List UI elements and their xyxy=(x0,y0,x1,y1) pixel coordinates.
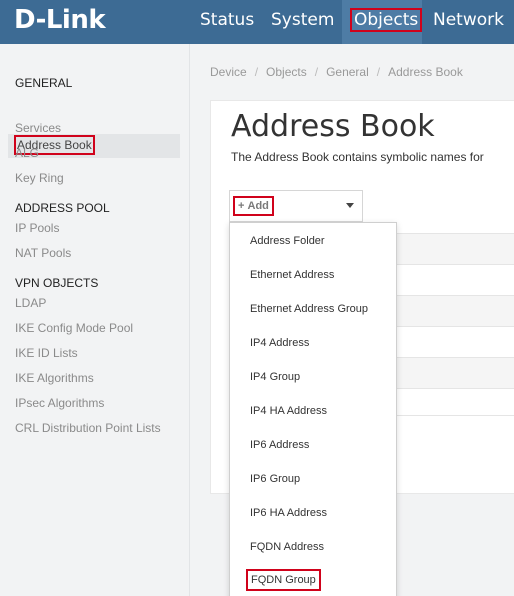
menu-item-ip6-ha-address[interactable]: IP6 HA Address xyxy=(250,507,327,519)
nav-system[interactable]: System xyxy=(271,0,334,44)
sidebar-item-ike-algorithms[interactable]: IKE Algorithms xyxy=(15,371,94,385)
top-nav-bar: D-Link Status System Objects Network xyxy=(0,0,514,44)
nav-objects-label: Objects xyxy=(350,8,423,32)
sidebar-item-alg[interactable]: ALG xyxy=(15,146,39,160)
menu-item-ethernet-address[interactable]: Ethernet Address xyxy=(250,269,334,281)
breadcrumb-separator: / xyxy=(254,65,259,79)
breadcrumb-separator: / xyxy=(376,65,381,79)
add-text: Add xyxy=(247,200,269,212)
nav-status[interactable]: Status xyxy=(200,0,254,44)
sidebar-item-key-ring[interactable]: Key Ring xyxy=(15,171,64,185)
breadcrumb-objects[interactable]: Objects xyxy=(266,65,307,79)
add-dropdown-menu: Address Folder Ethernet Address Ethernet… xyxy=(229,222,397,596)
sidebar: GENERAL Address Book Services ALG Key Ri… xyxy=(0,44,190,596)
menu-item-ethernet-address-group[interactable]: Ethernet Address Group xyxy=(250,303,368,315)
menu-item-address-folder[interactable]: Address Folder xyxy=(250,235,325,247)
chevron-down-icon xyxy=(346,203,354,208)
sidebar-heading-vpn-objects: VPN OBJECTS xyxy=(15,276,99,290)
breadcrumb-device[interactable]: Device xyxy=(210,65,247,79)
sidebar-heading-address-pool: ADDRESS POOL xyxy=(15,201,110,215)
add-dropdown-button[interactable]: + Add xyxy=(229,190,363,222)
sidebar-item-crl-distribution-point-lists[interactable]: CRL Distribution Point Lists xyxy=(15,421,161,435)
sidebar-heading-general: GENERAL xyxy=(15,76,73,90)
menu-item-fqdn-group[interactable]: FQDN Group xyxy=(246,569,321,591)
add-button-label: + Add xyxy=(233,196,274,216)
sidebar-item-services[interactable]: Services xyxy=(15,121,61,135)
nav-objects[interactable]: Objects xyxy=(342,0,423,44)
plus-icon: + xyxy=(238,200,245,212)
sidebar-item-nat-pools[interactable]: NAT Pools xyxy=(15,246,71,260)
page-title: Address Book xyxy=(231,109,435,144)
menu-item-ip6-group[interactable]: IP6 Group xyxy=(250,473,300,485)
breadcrumb-separator: / xyxy=(314,65,319,79)
sidebar-item-ike-id-lists[interactable]: IKE ID Lists xyxy=(15,346,78,360)
menu-item-ip4-group[interactable]: IP4 Group xyxy=(250,371,300,383)
breadcrumb-address-book: Address Book xyxy=(388,65,463,79)
sidebar-item-ip-pools[interactable]: IP Pools xyxy=(15,221,59,235)
nav-network[interactable]: Network xyxy=(433,0,504,44)
breadcrumb: Device / Objects / General / Address Book xyxy=(210,65,463,79)
menu-item-fqdn-address[interactable]: FQDN Address xyxy=(250,541,324,553)
menu-item-ip6-address[interactable]: IP6 Address xyxy=(250,439,309,451)
page-description: The Address Book contains symbolic names… xyxy=(231,150,484,164)
menu-item-ip4-ha-address[interactable]: IP4 HA Address xyxy=(250,405,327,417)
menu-item-ip4-address[interactable]: IP4 Address xyxy=(250,337,309,349)
sidebar-item-ipsec-algorithms[interactable]: IPsec Algorithms xyxy=(15,396,104,410)
dlink-logo[interactable]: D-Link xyxy=(14,5,106,35)
sidebar-item-ldap[interactable]: LDAP xyxy=(15,296,46,310)
sidebar-item-ike-config-mode-pool[interactable]: IKE Config Mode Pool xyxy=(15,321,133,335)
breadcrumb-general[interactable]: General xyxy=(326,65,369,79)
